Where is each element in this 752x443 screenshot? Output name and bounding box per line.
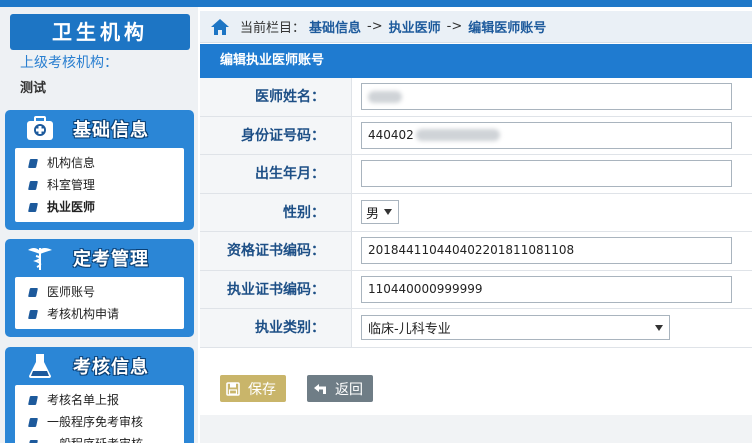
field-label: 医师姓名： — [200, 78, 352, 116]
field-label: 执业类别： — [200, 309, 352, 347]
form-row-qualification: 资格证书编码： 201844110440402201811081108 — [200, 232, 752, 271]
org-label: 上级考核机构： — [20, 55, 118, 71]
medical-kit-icon — [25, 115, 55, 143]
book-icon — [28, 309, 38, 319]
sidebar: 卫生机构 上级考核机构： 测试 基础信息 机构信息 科室管理 执业医师 定考管理… — [0, 7, 198, 443]
breadcrumb-label: 当前栏目： — [240, 21, 306, 36]
name-input[interactable] — [361, 83, 732, 111]
chevron-down-icon — [384, 209, 392, 216]
form-title: 编辑执业医师账号 — [200, 44, 752, 78]
panel-basic-info: 基础信息 机构信息 科室管理 执业医师 — [5, 110, 194, 230]
top-bar — [0, 0, 752, 7]
panel-title: 考核信息 — [73, 357, 149, 378]
form-actions: 保存 返回 — [200, 358, 752, 415]
field-label: 资格证书编码： — [200, 232, 352, 270]
home-icon[interactable] — [210, 18, 230, 36]
field-label: 身份证号码： — [200, 116, 352, 154]
breadcrumb-basic-info[interactable]: 基础信息 — [309, 17, 361, 36]
breadcrumb: 当前栏目： 基础信息 -> 执业医师 -> 编辑医师账号 — [200, 11, 752, 43]
save-icon — [226, 381, 240, 396]
sidebar-item-physician[interactable]: 执业医师 — [15, 196, 184, 218]
breadcrumb-current: 编辑医师账号 — [468, 21, 547, 36]
org-value: 测试 — [20, 81, 47, 96]
sidebar-item-dept[interactable]: 科室管理 — [15, 174, 184, 196]
panel-title: 基础信息 — [73, 120, 149, 141]
field-label: 执业证书编码： — [200, 270, 352, 308]
sidebar-item-delay[interactable]: 一般程序延考审核 — [15, 433, 184, 443]
caduceus-icon — [25, 244, 55, 272]
sidebar-item-report[interactable]: 考核名单上报 — [15, 389, 184, 411]
return-icon — [313, 382, 327, 396]
panel-title: 定考管理 — [73, 249, 149, 270]
sidebar-item-apply[interactable]: 考核机构申请 — [15, 303, 184, 325]
form-row-name: 医师姓名： — [200, 78, 752, 117]
book-icon — [28, 158, 38, 168]
id-number-input[interactable]: 440402 — [361, 121, 732, 149]
edit-physician-form: 医师姓名： 身份证号码： 440402 出生年月： 性别： 男 资格证书编码： … — [200, 78, 752, 348]
gender-select[interactable]: 男 — [361, 200, 399, 225]
breadcrumb-sep: -> — [446, 19, 463, 34]
practice-type-select[interactable]: 临床-儿科专业 — [361, 315, 670, 341]
back-button[interactable]: 返回 — [307, 375, 373, 402]
sidebar-item-account[interactable]: 医师账号 — [15, 281, 184, 303]
form-row-birth: 出生年月： — [200, 155, 752, 194]
sidebar-item-org-info[interactable]: 机构信息 — [15, 152, 184, 174]
form-row-practice-cert: 执业证书编码： 110440000999999 — [200, 270, 752, 309]
book-icon — [28, 395, 38, 405]
breadcrumb-physician[interactable]: 执业医师 — [389, 17, 441, 36]
book-icon — [28, 180, 38, 190]
org-title: 卫生机构 — [10, 14, 190, 50]
form-row-gender: 性别： 男 — [200, 193, 752, 232]
qualification-cert-input[interactable]: 201844110440402201811081108 — [361, 237, 732, 265]
save-button[interactable]: 保存 — [220, 375, 286, 402]
chevron-down-icon — [655, 324, 663, 331]
book-icon — [28, 439, 38, 443]
field-label: 性别： — [200, 193, 352, 231]
book-icon — [28, 417, 38, 427]
practice-cert-input[interactable]: 110440000999999 — [361, 275, 732, 303]
panel-assessment: 考核信息 考核名单上报 一般程序免考审核 一般程序延考审核 — [5, 347, 194, 443]
content-bottom — [200, 415, 752, 443]
form-row-practice-type: 执业类别： 临床-儿科专业 — [200, 309, 752, 348]
flask-icon — [25, 352, 55, 380]
breadcrumb-sep: -> — [367, 19, 383, 34]
panel-exam-mgmt: 定考管理 医师账号 考核机构申请 — [5, 239, 194, 337]
sidebar-item-exempt[interactable]: 一般程序免考审核 — [15, 411, 184, 433]
birth-date-input[interactable] — [361, 160, 732, 188]
field-label: 出生年月： — [200, 155, 352, 193]
form-row-id: 身份证号码： 440402 — [200, 116, 752, 155]
book-icon — [28, 202, 38, 212]
book-icon — [28, 287, 38, 297]
